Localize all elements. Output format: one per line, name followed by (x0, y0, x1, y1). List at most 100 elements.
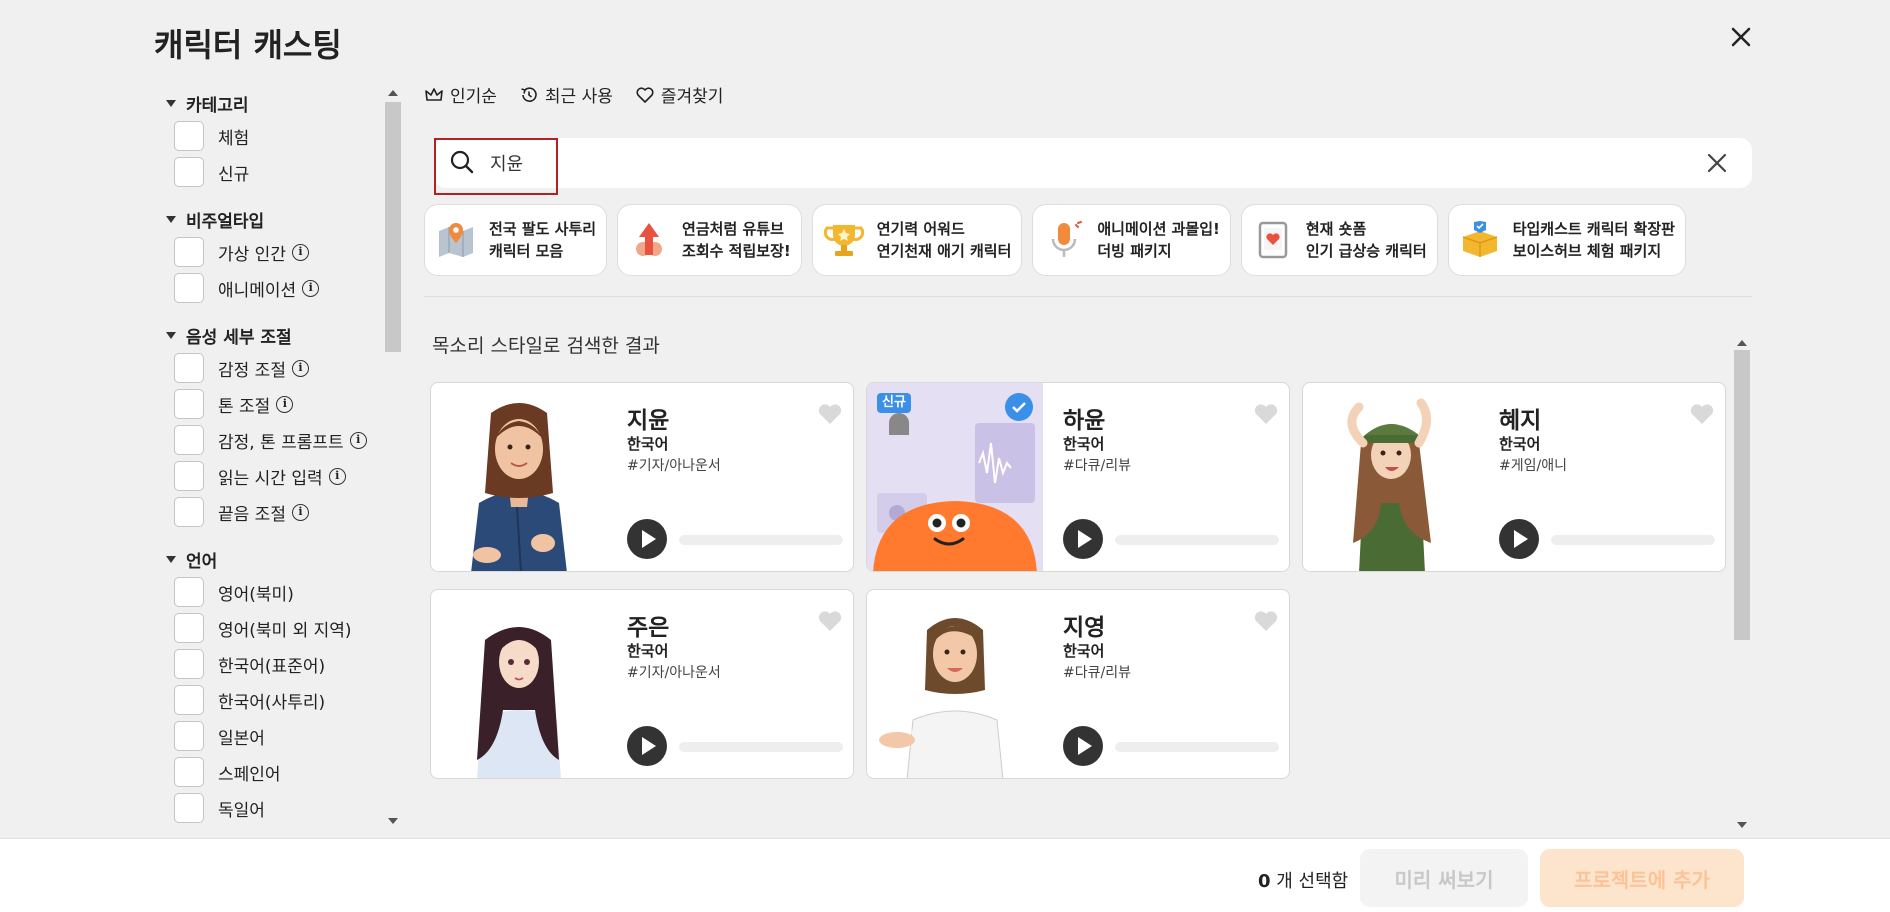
trophy-icon (823, 225, 864, 256)
scroll-up-icon[interactable] (1737, 340, 1747, 346)
new-badge: 신규 (882, 395, 906, 410)
character-card[interactable]: 신규 하윤 한국어 #다큐/리뷰 (866, 382, 1290, 572)
character-name: 주은 (627, 615, 670, 641)
audio-progress-bar[interactable] (1551, 535, 1715, 545)
filter-section-header[interactable]: 비주얼타입 (154, 204, 404, 234)
filter-checkbox[interactable] (174, 793, 204, 823)
filter-option[interactable]: 가상 인간 i (154, 234, 404, 270)
character-card[interactable]: 지영 한국어 #다큐/리뷰 (866, 589, 1290, 779)
filter-checkbox[interactable] (174, 353, 204, 383)
tab-recent[interactable]: 최근 사용 (519, 82, 613, 107)
info-icon[interactable]: i (276, 395, 294, 413)
info-icon[interactable]: i (328, 467, 346, 485)
filter-option[interactable]: 감정, 톤 프롬프트 i (154, 422, 404, 458)
add-to-project-button[interactable]: 프로젝트에 추가 (1540, 849, 1744, 907)
filter-checkbox[interactable] (174, 577, 204, 607)
divider (424, 296, 1752, 297)
favorite-heart-icon[interactable] (1253, 608, 1279, 634)
character-tag: #기자/아나운서 (627, 665, 721, 681)
favorite-heart-icon[interactable] (1253, 401, 1279, 427)
preview-button[interactable]: 미리 써보기 (1360, 849, 1528, 907)
filter-option[interactable]: 영어(북미) (154, 574, 404, 610)
character-card[interactable]: 주은 한국어 #기자/아나운서 (430, 589, 854, 779)
favorite-heart-icon[interactable] (817, 401, 843, 427)
banner-dialect[interactable]: 전국 팔도 사투리 캐릭터 모음 (424, 204, 608, 276)
banner-voicehub[interactable]: 타입캐스트 캐릭터 확장판 보이스허브 체험 패키지 (1447, 204, 1686, 276)
filter-option[interactable]: 톤 조절 i (154, 386, 404, 422)
play-button[interactable] (1063, 519, 1103, 559)
play-button[interactable] (1499, 519, 1539, 559)
info-icon[interactable]: i (302, 279, 320, 297)
banner-line1: 연기력 어워드 (876, 220, 965, 238)
filter-section-header[interactable]: 언어 (154, 544, 404, 574)
filter-checkbox[interactable] (174, 461, 204, 491)
filter-section-label: 카테고리 (186, 95, 249, 116)
filter-checkbox[interactable] (174, 389, 204, 419)
audio-progress-bar[interactable] (1115, 535, 1279, 545)
filter-option[interactable]: 독일어 (154, 790, 404, 824)
filter-checkbox[interactable] (174, 685, 204, 715)
scrollbar-thumb[interactable] (385, 102, 401, 352)
scroll-down-icon[interactable] (1737, 822, 1747, 828)
filter-checkbox[interactable] (174, 721, 204, 751)
character-name: 하윤 (1063, 408, 1106, 434)
filter-checkbox[interactable] (174, 757, 204, 787)
banner-youtube[interactable]: 연금처럼 유튜브 조회수 적립보장! (617, 204, 802, 276)
filter-checkbox[interactable] (174, 613, 204, 643)
scrollbar-thumb[interactable] (1734, 350, 1750, 640)
tab-favorites[interactable]: 즐겨찾기 (635, 82, 723, 107)
close-icon[interactable] (1726, 22, 1756, 52)
info-icon[interactable]: i (349, 431, 367, 449)
character-card[interactable]: 지윤 한국어 #기자/아나운서 (430, 382, 854, 572)
favorite-heart-icon[interactable] (817, 608, 843, 634)
collapse-triangle-icon (166, 215, 176, 223)
filter-section: 카테고리 체험 신규 (154, 88, 404, 190)
play-button[interactable] (627, 726, 667, 766)
filter-checkbox[interactable] (174, 649, 204, 679)
filter-section-header[interactable]: 카테고리 (154, 88, 404, 118)
filter-option[interactable]: 스페인어 (154, 754, 404, 790)
filter-checkbox[interactable] (174, 157, 204, 187)
clear-search-icon[interactable] (1704, 150, 1730, 176)
scroll-down-icon[interactable] (388, 818, 398, 824)
scroll-up-icon[interactable] (388, 90, 398, 96)
info-icon[interactable]: i (291, 503, 309, 521)
filter-option[interactable]: 감정 조절 i (154, 350, 404, 386)
banner-line2: 조회수 적립보장! (682, 242, 791, 260)
filter-checkbox[interactable] (174, 237, 204, 267)
filter-section-header[interactable]: 음성 세부 조절 (154, 320, 404, 350)
filter-option[interactable]: 애니메이션 i (154, 270, 404, 306)
filter-option[interactable]: 한국어(표준어) (154, 646, 404, 682)
filter-option[interactable]: 끝음 조절 i (154, 494, 404, 530)
play-button[interactable] (627, 519, 667, 559)
search-input[interactable] (490, 148, 1590, 178)
tab-popular[interactable]: 인기순 (424, 82, 497, 107)
filter-option[interactable]: 영어(북미 외 지역) (154, 610, 404, 646)
audio-progress-bar[interactable] (1115, 742, 1279, 752)
filter-checkbox[interactable] (174, 497, 204, 527)
filter-option[interactable]: 한국어(사투리) (154, 682, 404, 718)
banner-award[interactable]: 연기력 어워드 연기천재 애기 캐릭터 (811, 204, 1023, 276)
filter-checkbox[interactable] (174, 121, 204, 151)
filter-checkbox[interactable] (174, 425, 204, 455)
info-icon[interactable]: i (291, 243, 309, 261)
filter-option[interactable]: 신규 (154, 154, 404, 190)
banner-shortform[interactable]: 현재 숏폼 인기 급상승 캐릭터 (1240, 204, 1438, 276)
character-portrait (431, 590, 607, 778)
audio-progress-bar[interactable] (679, 535, 843, 545)
filter-option[interactable]: 일본어 (154, 718, 404, 754)
results-scrollbar[interactable] (1734, 336, 1750, 832)
audio-progress-bar[interactable] (679, 742, 843, 752)
info-icon[interactable]: i (291, 359, 309, 377)
character-card[interactable]: 혜지 한국어 #게임/애니 (1302, 382, 1726, 572)
banner-dubbing[interactable]: 애니메이션 과몰입! 더빙 패키지 (1032, 204, 1231, 276)
sidebar-scrollbar[interactable] (385, 86, 401, 828)
page-title: 캐릭터 캐스팅 (154, 26, 342, 64)
play-button[interactable] (1063, 726, 1103, 766)
character-portrait (867, 590, 1043, 778)
filter-checkbox[interactable] (174, 273, 204, 303)
filter-option[interactable]: 체험 (154, 118, 404, 154)
filter-option[interactable]: 읽는 시간 입력 i (154, 458, 404, 494)
character-portrait (431, 383, 607, 571)
favorite-heart-icon[interactable] (1689, 401, 1715, 427)
